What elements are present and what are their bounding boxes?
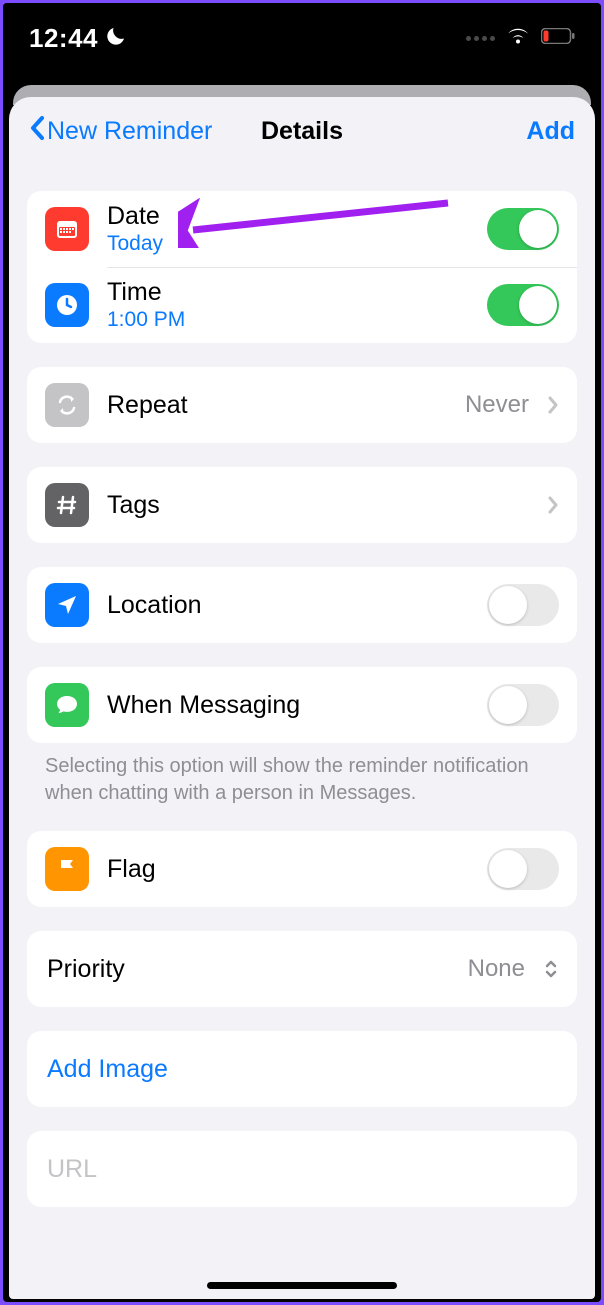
priority-label: Priority — [47, 955, 450, 984]
chevron-right-icon — [547, 495, 559, 515]
chevron-right-icon — [547, 395, 559, 415]
date-value: Today — [107, 232, 469, 256]
time-value: 1:00 PM — [107, 308, 469, 332]
status-time: 12:44 — [29, 23, 98, 54]
flag-row[interactable]: Flag — [27, 831, 577, 907]
tags-label: Tags — [107, 491, 529, 520]
repeat-value: Never — [465, 391, 529, 419]
add-button[interactable]: Add — [526, 117, 575, 146]
time-row[interactable]: Time 1:00 PM — [27, 267, 577, 343]
date-row[interactable]: Date Today — [27, 191, 577, 267]
location-group: Location — [27, 567, 577, 643]
flag-label: Flag — [107, 855, 469, 884]
location-arrow-icon — [45, 583, 89, 627]
clock-icon — [45, 283, 89, 327]
status-bar: 12:44 — [3, 3, 601, 73]
updown-icon — [543, 958, 559, 980]
repeat-row[interactable]: Repeat Never — [27, 367, 577, 443]
wifi-icon — [505, 26, 531, 51]
datetime-group: Date Today Time 1:00 PM — [27, 191, 577, 343]
cellular-icon — [466, 36, 495, 41]
flag-icon — [45, 847, 89, 891]
messaging-label: When Messaging — [107, 691, 469, 720]
priority-group: Priority None — [27, 931, 577, 1007]
time-toggle[interactable] — [487, 284, 559, 326]
chevron-left-icon — [29, 115, 45, 148]
location-row[interactable]: Location — [27, 567, 577, 643]
details-sheet: New Reminder Details Add Date Today — [9, 97, 595, 1299]
add-image-row[interactable]: Add Image — [27, 1031, 577, 1107]
url-group: URL — [27, 1131, 577, 1207]
messaging-row[interactable]: When Messaging — [27, 667, 577, 743]
priority-value: None — [468, 955, 525, 983]
priority-row[interactable]: Priority None — [27, 931, 577, 1007]
home-indicator[interactable] — [207, 1282, 397, 1289]
flag-group: Flag — [27, 831, 577, 907]
repeat-group: Repeat Never — [27, 367, 577, 443]
messaging-note: Selecting this option will show the remi… — [27, 743, 577, 807]
add-image-label: Add Image — [47, 1055, 559, 1084]
hash-icon — [45, 483, 89, 527]
moon-icon — [104, 24, 128, 53]
repeat-label: Repeat — [107, 391, 447, 420]
messaging-toggle[interactable] — [487, 684, 559, 726]
tags-group: Tags — [27, 467, 577, 543]
back-label: New Reminder — [47, 117, 212, 146]
add-image-group: Add Image — [27, 1031, 577, 1107]
messaging-group: When Messaging — [27, 667, 577, 743]
repeat-icon — [45, 383, 89, 427]
url-placeholder: URL — [47, 1155, 559, 1184]
location-toggle[interactable] — [487, 584, 559, 626]
date-label: Date — [107, 202, 469, 231]
tags-row[interactable]: Tags — [27, 467, 577, 543]
date-toggle[interactable] — [487, 208, 559, 250]
time-label: Time — [107, 278, 469, 307]
nav-bar: New Reminder Details Add — [9, 97, 595, 165]
battery-icon — [541, 28, 575, 49]
back-button[interactable]: New Reminder — [29, 115, 212, 148]
calendar-icon — [45, 207, 89, 251]
speech-bubble-icon — [45, 683, 89, 727]
location-label: Location — [107, 591, 469, 620]
url-row[interactable]: URL — [27, 1131, 577, 1207]
flag-toggle[interactable] — [487, 848, 559, 890]
